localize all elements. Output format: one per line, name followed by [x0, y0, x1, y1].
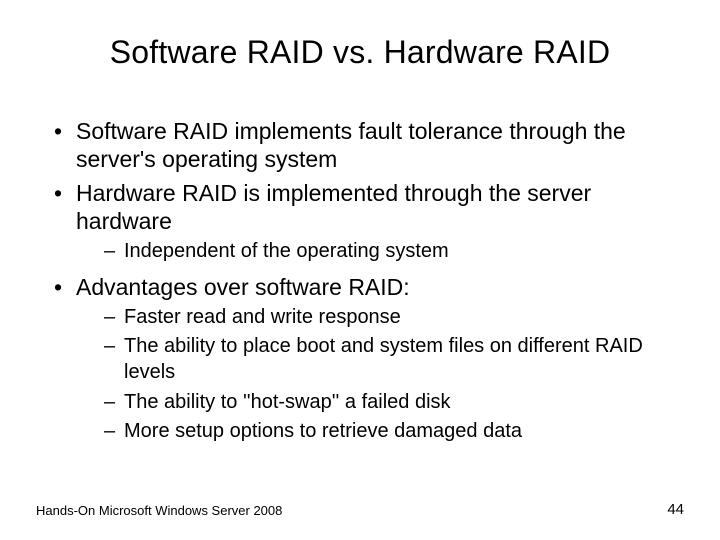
sub-bullet-item: Faster read and write response	[104, 305, 684, 331]
slide-title: Software RAID vs. Hardware RAID	[36, 34, 684, 71]
sub-bullet-list: Independent of the operating system	[76, 239, 684, 265]
sub-bullet-list: Faster read and write response The abili…	[76, 305, 684, 445]
sub-bullet-text: Independent of the operating system	[124, 240, 449, 262]
slide: Software RAID vs. Hardware RAID Software…	[0, 0, 720, 540]
sub-bullet-text: The ability to ''hot-swap'' a failed dis…	[124, 391, 451, 413]
bullet-text: Hardware RAID is implemented through the…	[76, 180, 591, 234]
sub-bullet-item: Independent of the operating system	[104, 239, 684, 265]
bullet-item: Software RAID implements fault tolerance…	[54, 117, 684, 173]
bullet-list: Software RAID implements fault tolerance…	[36, 117, 684, 445]
sub-bullet-item: The ability to ''hot-swap'' a failed dis…	[104, 390, 684, 416]
sub-bullet-text: More setup options to retrieve damaged d…	[124, 420, 522, 442]
sub-bullet-text: The ability to place boot and system fil…	[124, 335, 643, 383]
page-number: 44	[667, 501, 684, 518]
sub-bullet-item: The ability to place boot and system fil…	[104, 334, 684, 385]
sub-bullet-text: Faster read and write response	[124, 306, 401, 328]
bullet-text: Advantages over software RAID:	[76, 274, 410, 300]
bullet-text: Software RAID implements fault tolerance…	[76, 118, 626, 172]
sub-bullet-item: More setup options to retrieve damaged d…	[104, 419, 684, 445]
footer-source: Hands-On Microsoft Windows Server 2008	[36, 503, 282, 518]
bullet-item: Hardware RAID is implemented through the…	[54, 179, 684, 265]
bullet-item: Advantages over software RAID: Faster re…	[54, 273, 684, 445]
